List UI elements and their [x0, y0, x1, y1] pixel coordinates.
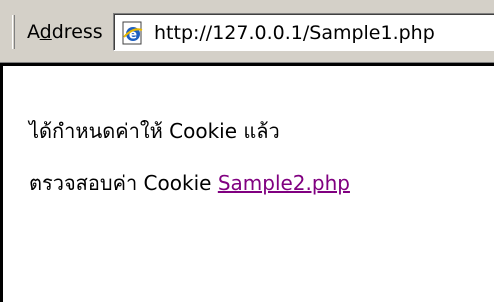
page-content: ได้กำหนดค่าให้ Cookie แล้ว ตรวจสอบค่า Co…	[0, 66, 494, 302]
url-text[interactable]: http://127.0.0.1/Sample1.php	[154, 21, 435, 45]
address-label-accelerator: d	[39, 21, 52, 43]
address-label-prefix: A	[27, 21, 40, 43]
content-left-border	[0, 66, 3, 302]
address-label-suffix: dress	[51, 21, 103, 43]
toolbar-grip[interactable]	[12, 15, 15, 49]
cookie-set-message: ได้กำหนดค่าให้ Cookie แล้ว	[29, 119, 280, 143]
address-toolbar: Address e http://127.0.0.1/Sample1.php	[0, 0, 494, 62]
browser-window: Address e http://127.0.0.1/Sample1.php ไ…	[0, 0, 494, 302]
check-cookie-text: ตรวจสอบค่า Cookie	[29, 171, 212, 195]
sample2-link[interactable]: Sample2.php	[218, 171, 350, 195]
address-label: Address	[27, 20, 103, 44]
ie-page-icon: e	[122, 21, 143, 45]
address-input[interactable]: e http://127.0.0.1/Sample1.php	[113, 13, 494, 51]
check-cookie-line: ตรวจสอบค่า Cookie Sample2.php	[29, 170, 350, 196]
